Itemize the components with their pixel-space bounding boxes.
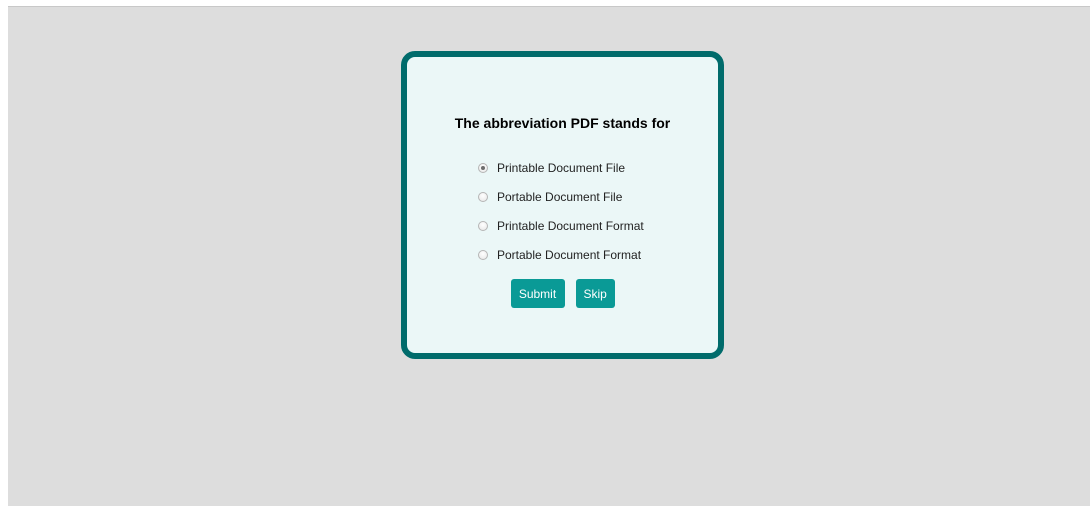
option-label: Portable Document File xyxy=(497,189,623,204)
option-label: Printable Document File xyxy=(497,160,626,175)
option-portable-document-file[interactable]: Portable Document File xyxy=(478,182,644,211)
page-background: The abbreviation PDF stands for Printabl… xyxy=(8,6,1090,506)
option-printable-document-file[interactable]: Printable Document File xyxy=(478,153,644,182)
option-label: Portable Document Format xyxy=(497,247,642,262)
quiz-card: The abbreviation PDF stands for Printabl… xyxy=(401,51,724,359)
option-portable-document-format[interactable]: Portable Document Format xyxy=(478,240,644,269)
action-buttons: Submit Skip xyxy=(407,279,718,308)
question-text: The abbreviation PDF stands for xyxy=(454,115,671,131)
radio-button[interactable] xyxy=(478,220,488,231)
radio-button[interactable] xyxy=(478,191,488,202)
radio-button[interactable] xyxy=(478,249,488,260)
option-label: Printable Document Format xyxy=(497,218,644,233)
radio-button-selected[interactable] xyxy=(478,162,488,173)
submit-button[interactable]: Submit xyxy=(510,279,565,308)
skip-button[interactable]: Skip xyxy=(575,279,615,308)
answer-options: Printable Document File Portable Documen… xyxy=(478,153,644,269)
option-printable-document-format[interactable]: Printable Document Format xyxy=(478,211,644,240)
